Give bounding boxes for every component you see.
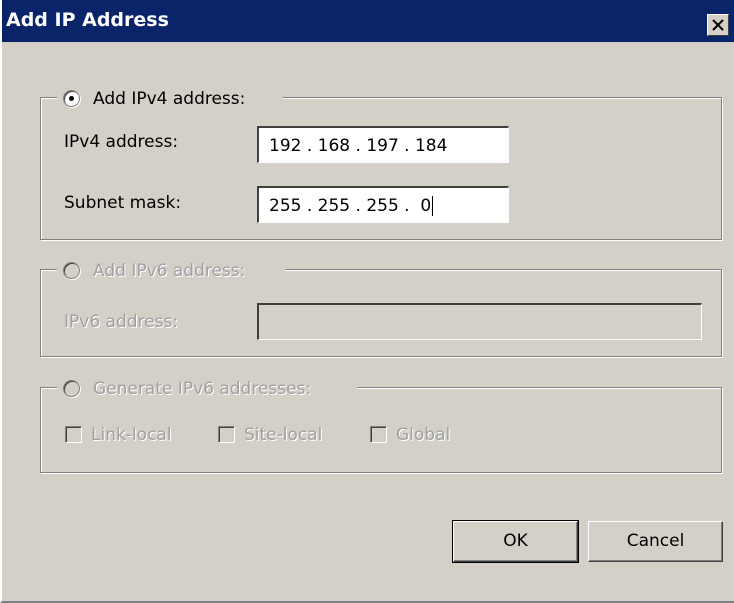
generate-ipv6-legend: Generate IPv6 addresses: [57, 378, 357, 400]
link-local-label[interactable]: Link-local [91, 425, 172, 445]
radio-selected-dot [69, 96, 74, 101]
title-bar: Add IP Address [2, 0, 734, 42]
ipv6-address-input[interactable] [257, 303, 702, 340]
dialog-title: Add IP Address [6, 9, 169, 31]
global-checkbox[interactable] [370, 426, 387, 443]
ipv4-address-input[interactable]: 192 . 168 . 197 . 184 [257, 126, 509, 163]
ipv6-address-label: IPv6 address: [64, 312, 179, 332]
site-local-checkbox[interactable] [218, 426, 235, 443]
ipv4-address-value: 192 . 168 . 197 . 184 [269, 136, 448, 156]
ipv6-radio-label[interactable]: Add IPv6 address: [93, 260, 245, 282]
ipv4-radio-label[interactable]: Add IPv4 address: [93, 88, 245, 110]
ipv6-legend: Add IPv6 address: [57, 260, 285, 282]
close-button[interactable] [707, 14, 729, 36]
subnet-mask-input[interactable]: 255 . 255 . 255 . 0 [257, 186, 509, 223]
generate-ipv6-radio-label[interactable]: Generate IPv6 addresses: [93, 378, 311, 400]
generate-ipv6-radio[interactable] [63, 380, 80, 397]
add-ip-address-dialog: Add IP Address Add IPv4 address: IPv4 ad… [0, 0, 734, 603]
ipv4-radio[interactable] [63, 90, 80, 107]
site-local-label[interactable]: Site-local [244, 425, 322, 445]
text-caret [432, 196, 434, 216]
ok-button[interactable]: OK [452, 520, 579, 563]
cancel-button[interactable]: Cancel [588, 521, 723, 562]
subnet-mask-value: 255 . 255 . 255 . 0 [269, 196, 432, 216]
global-label[interactable]: Global [396, 425, 450, 445]
ipv4-legend: Add IPv4 address: [57, 88, 283, 110]
close-icon [712, 19, 724, 31]
ipv4-address-label: IPv4 address: [64, 132, 179, 152]
ipv6-radio[interactable] [63, 262, 80, 279]
subnet-mask-label: Subnet mask: [64, 193, 182, 213]
link-local-checkbox[interactable] [65, 426, 82, 443]
